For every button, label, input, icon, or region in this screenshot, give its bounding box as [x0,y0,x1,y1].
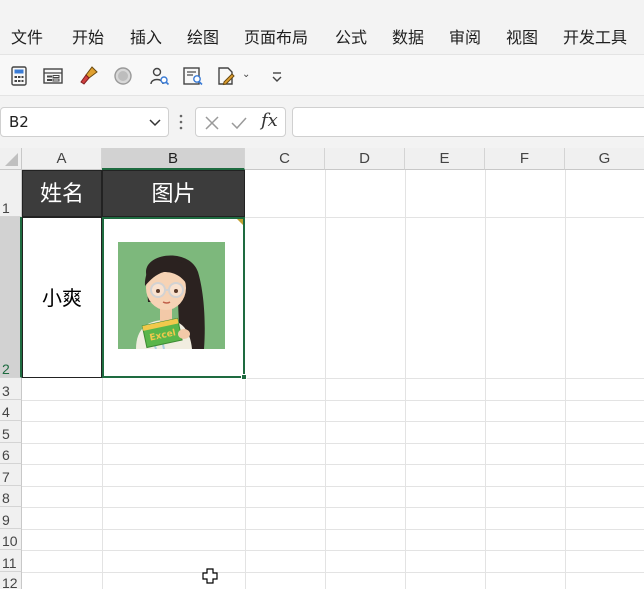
row-header-3[interactable]: 3 [0,378,22,400]
menu-page-layout[interactable]: 页面布局 [244,24,308,48]
select-all-button[interactable] [0,148,22,170]
check-icon[interactable] [230,114,248,132]
formula-input[interactable] [292,107,644,137]
row-header-10[interactable]: 10 [0,529,22,550]
gridline [22,572,644,573]
menu-formulas[interactable]: 公式 [335,24,367,48]
formula-buttons: fx [195,107,286,137]
cell-a2[interactable]: 小爽 [22,217,102,378]
calculator-icon[interactable] [8,65,30,87]
fill-handle[interactable] [241,374,247,380]
gridline [22,507,644,508]
row-header-4[interactable]: 4 [0,400,22,421]
row-header-7[interactable]: 7 [0,464,22,486]
gridline [245,217,644,218]
column-header-a[interactable]: A [22,148,102,170]
gridline [485,170,486,589]
row-header-11[interactable]: 11 [0,550,22,572]
gridline [245,378,246,589]
name-box-value: B2 [9,113,29,131]
chevron-down-icon[interactable] [148,117,162,127]
menu-file[interactable]: 文件 [11,24,43,48]
menu-draw[interactable]: 绘图 [187,24,219,48]
row-header-12[interactable]: 12 [0,572,22,589]
gridline [22,464,644,465]
gridline [22,550,644,551]
column-header-d[interactable]: D [325,148,405,170]
cell-b2-selected[interactable]: Excel [102,217,245,378]
menu-insert[interactable]: 插入 [130,24,162,48]
gridline [22,529,644,530]
formula-bar: B2 fx [0,96,644,148]
edit-doc-dropdown-icon[interactable]: ⌄ [242,69,250,80]
column-header-e[interactable]: E [405,148,485,170]
column-header-c[interactable]: C [245,148,325,170]
customize-icon[interactable] [266,65,288,87]
menu-home[interactable]: 开始 [72,24,104,48]
drag-handle-icon[interactable] [178,113,184,131]
comment-indicator-icon [237,219,243,225]
quick-toolbar-strip: ⌄ [0,54,644,96]
row-header-2[interactable]: 2 [0,217,22,378]
row-header-9[interactable]: 9 [0,507,22,529]
select-all-triangle-icon [5,153,18,166]
report-icon[interactable] [182,65,204,87]
avatar-girl-icon[interactable]: Excel [118,242,225,349]
cancel-icon[interactable] [203,114,221,132]
quick-toolbar: ⌄ [0,54,644,96]
menu-view[interactable]: 视图 [506,24,538,48]
gridline [245,378,644,379]
edit-doc-icon[interactable] [215,65,237,87]
cell-b1[interactable]: 图片 [102,170,245,217]
ribbon-menu-bar: 文件 开始 插入 绘图 页面布局 公式 数据 审阅 视图 开发工具 [0,0,644,54]
column-header-b[interactable]: B [102,148,245,170]
row-header-5[interactable]: 5 [0,421,22,443]
gridline [22,443,644,444]
spreadsheet-grid: A B C D E F G 1 2 3 4 5 6 7 8 9 10 11 12… [0,148,644,589]
cell-cursor-icon [202,568,218,584]
gridline [22,486,644,487]
gridline [22,421,644,422]
format-painter-icon[interactable] [78,65,100,87]
user-search-icon[interactable] [148,65,170,87]
column-header-f[interactable]: F [485,148,565,170]
cell-a1[interactable]: 姓名 [22,170,102,217]
gridline [22,400,644,401]
form-icon[interactable] [42,65,64,87]
gridline [565,170,566,589]
insert-function-button[interactable]: fx [261,110,278,131]
gridline [325,170,326,589]
menu-review[interactable]: 审阅 [449,24,481,48]
row-header-6[interactable]: 6 [0,443,22,464]
row-header-1[interactable]: 1 [0,170,22,217]
gridline [405,170,406,589]
gridline [102,378,103,589]
circle-icon[interactable] [112,65,134,87]
column-header-g[interactable]: G [565,148,644,170]
menu-data[interactable]: 数据 [392,24,424,48]
name-box[interactable]: B2 [0,107,169,137]
row-header-8[interactable]: 8 [0,486,22,507]
menu-developer[interactable]: 开发工具 [563,24,627,48]
